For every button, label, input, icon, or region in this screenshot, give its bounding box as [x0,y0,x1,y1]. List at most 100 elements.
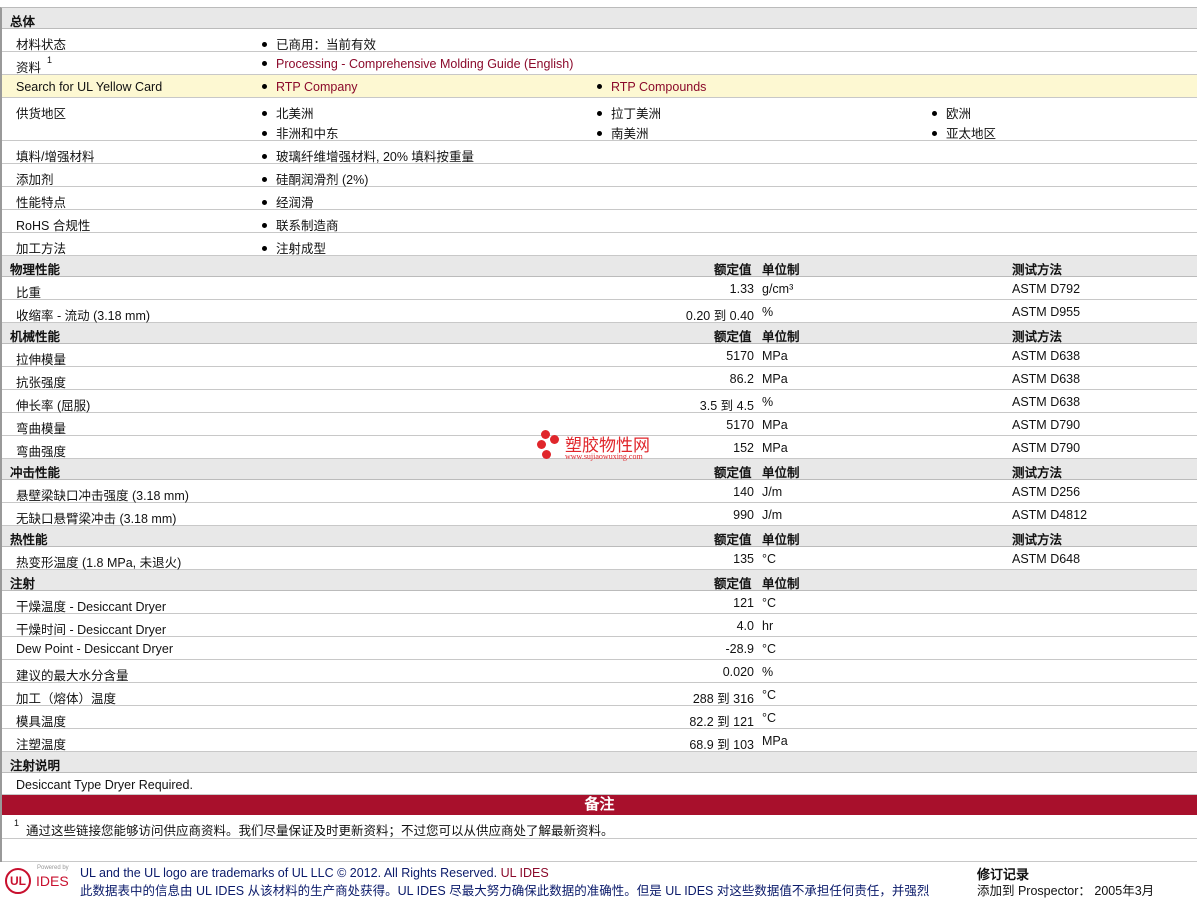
section-title: 注射 [10,577,36,591]
general-row: Search for UL Yellow Card RTP Company RTP … [2,75,1197,98]
property-row: 比重 1.33 g/cm³ ASTM D792 [2,277,1197,300]
unit-header: 单位制 [762,263,800,277]
remarks-row: 1 通过这些链接您能够访问供应商资料。我们尽量保证及时更新资料；不过您可以从供应商… [2,815,1197,839]
disclaimer-text: 此数据表中的信息由 UL IDES 从该材料的生产商处获得。UL IDES 尽最… [80,884,930,898]
row-label: 材料状态 [16,38,67,52]
property-row: 热变形温度 (1.8 MPa, 未退火) 135 °C ASTM D648 [2,547,1197,570]
property-name: Dew Point - Desiccant Dryer [16,642,173,656]
property-row: 无缺口悬臂梁冲击 (3.18 mm) 990 J/m ASTM D4812 [2,503,1197,526]
general-row: 填料/增强材料 玻璃纤维增强材料, 20% 填料按重量 [2,141,1197,164]
property-value: 4.0 [736,619,754,633]
property-name: 建议的最大水分含量 [16,669,129,683]
section-title: 总体 [10,15,36,29]
property-value: 288 到 316 [692,692,754,706]
property-unit: J/m [762,508,783,522]
list-item: 已商用：当前有效 [260,34,376,53]
general-row: 供货地区 北美洲 拉丁美洲 欧洲 非洲和中东 南美洲 亚太地区 [2,98,1197,141]
list-item: Processing - Comprehensive Molding Guide… [260,57,573,71]
section-title: 物理性能 [10,263,61,277]
property-name: 比重 [16,286,42,300]
item-text: 硅酮润滑剂 (2%) [276,173,369,187]
property-value: 5170 [726,349,754,363]
item-text: 玻璃纤维增强材料, 20% 填料按重量 [276,150,474,164]
ul-ides-link[interactable]: UL IDES [501,866,549,880]
property-row: 注塑温度 68.9 到 103 MPa [2,729,1197,752]
value-header: 额定值 [714,263,752,277]
trademark-text: UL and the UL logo are trademarks of UL … [80,866,498,880]
row-label: 性能特点 [16,196,67,210]
property-name: 弯曲强度 [16,445,67,459]
section-header-general: 总体 [2,8,1197,29]
footnote-ref: 1 [47,55,53,65]
row-label: Search for UL Yellow Card [16,80,163,94]
unit-header: 单位制 [762,330,800,344]
property-unit: °C [762,596,777,610]
powered-by: Powered by [37,865,69,871]
test-method: ASTM D256 [1012,485,1081,499]
list-item: 玻璃纤维增强材料, 20% 填料按重量 [260,146,474,165]
property-row: 抗张强度 86.2 MPa ASTM D638 [2,367,1197,390]
method-header: 测试方法 [1012,263,1063,277]
row-label: 添加剂 [16,173,54,187]
general-row: 添加剂 硅酮润滑剂 (2%) [2,164,1197,187]
property-value: 68.9 到 103 [689,738,754,752]
list-item: 注射成型 [260,238,326,257]
item-text: 拉丁美洲 [611,107,662,121]
property-row: 收缩率 - 流动 (3.18 mm) 0.20 到 0.40% ASTM D955 [2,300,1197,323]
bullet-icon [262,200,267,206]
test-method: ASTM D4812 [1012,508,1088,522]
property-value: 140 [733,485,754,499]
item-link[interactable]: RTP Company [276,80,358,94]
list-item: RTP Company [260,80,358,94]
method-header: 测试方法 [1012,466,1063,480]
notes-row: Desiccant Type Dryer Required. [2,773,1197,795]
property-value: 152 [733,441,754,455]
row-label: RoHS 合规性 [16,219,91,233]
bullet-icon [262,42,267,48]
general-row: RoHS 合规性 联系制造商 [2,210,1197,233]
property-unit: % [762,395,774,409]
property-name: 加工（熔体）温度 [16,692,117,706]
test-method: ASTM D792 [1012,282,1081,296]
value-header: 额定值 [714,577,752,591]
bullet-icon [597,131,602,137]
property-unit: MPa [762,372,788,386]
property-name: 拉伸模量 [16,353,67,367]
property-unit: °C [762,552,777,566]
property-unit: °C [762,688,777,702]
property-name: 模具温度 [16,715,67,729]
value-header: 额定值 [714,330,752,344]
revision-text: 添加到 Prospector： 2005年3月 [977,884,1155,898]
property-name: 收缩率 - 流动 (3.18 mm) [16,309,151,323]
item-link[interactable]: Processing - Comprehensive Molding Guide… [276,57,573,71]
property-row: Dew Point - Desiccant Dryer -28.9 °C [2,637,1197,660]
ul-logo-icon: UL [5,868,31,894]
unit-header: 单位制 [762,533,800,547]
property-unit: J/m [762,485,783,499]
list-item: 欧洲 [930,103,971,122]
property-name: 抗张强度 [16,376,67,390]
test-method: ASTM D955 [1012,305,1081,319]
property-name: 弯曲模量 [16,422,67,436]
test-method: ASTM D648 [1012,552,1081,566]
item-link[interactable]: RTP Compounds [611,80,706,94]
property-name: 伸长率 (屈服) [16,399,91,413]
footnote-number: 1 [14,818,20,828]
property-name: 热变形温度 (1.8 MPa, 未退火) [16,556,182,570]
test-method: ASTM D638 [1012,372,1081,386]
section-header: 物理性能 额定值 单位制 测试方法 [2,256,1197,277]
bullet-icon [262,246,267,252]
section-title: 冲击性能 [10,466,61,480]
item-text: 欧洲 [946,107,972,121]
remarks-header: 备注 [2,795,1197,815]
property-row: 干燥时间 - Desiccant Dryer 4.0 hr [2,614,1197,637]
row-label: 填料/增强材料 [16,150,95,164]
watermark-url: www.sujiaowuxing.com [565,452,643,461]
bullet-icon [262,111,267,117]
property-value: 0.020 [722,665,754,679]
property-unit: MPa [762,418,788,432]
section-header: 热性能 额定值 单位制 测试方法 [2,526,1197,547]
item-text: 南美洲 [611,127,649,141]
property-row: 加工（熔体）温度 288 到 316 °C [2,683,1197,706]
property-row: 拉伸模量 5170 MPa ASTM D638 [2,344,1197,367]
